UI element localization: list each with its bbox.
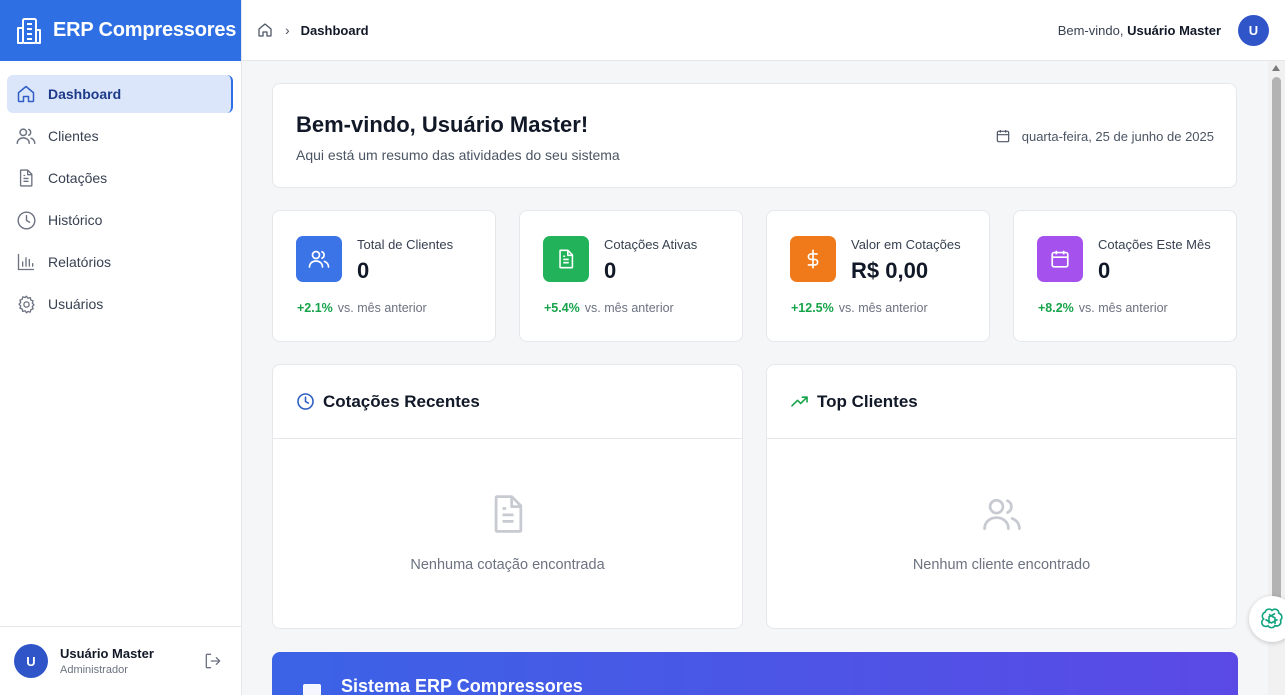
header-avatar[interactable]: U bbox=[1238, 15, 1269, 46]
panel-title: Cotações Recentes bbox=[273, 365, 742, 439]
sidebar-item-label: Dashboard bbox=[48, 86, 122, 102]
sidebar: ERP Compressores Dashboard Clientes Cota… bbox=[0, 0, 242, 695]
stat-change: +8.2% vs. mês anterior bbox=[1038, 301, 1168, 315]
avatar[interactable]: U bbox=[14, 644, 48, 678]
clock-icon bbox=[15, 209, 37, 231]
home-icon bbox=[15, 83, 37, 105]
users-icon bbox=[982, 498, 1021, 531]
stat-change-pct: +8.2% bbox=[1038, 301, 1074, 315]
stat-label: Total de Clientes bbox=[357, 237, 454, 252]
document-icon bbox=[15, 167, 37, 189]
welcome-card: Bem-vindo, Usuário Master! Aqui está um … bbox=[272, 83, 1237, 188]
stat-label: Cotações Este Mês bbox=[1098, 237, 1211, 252]
calendar-icon bbox=[1037, 236, 1083, 282]
sidebar-item-label: Relatórios bbox=[48, 254, 112, 270]
stat-change-suffix: vs. mês anterior bbox=[584, 301, 674, 315]
stat-change-pct: +2.1% bbox=[297, 301, 333, 315]
breadcrumb-current: Dashboard bbox=[300, 22, 369, 38]
scroll-up-arrow[interactable] bbox=[1272, 65, 1280, 71]
welcome-text: Bem-vindo, Usuário Master bbox=[1058, 23, 1221, 38]
system-banner: Sistema ERP Compressores bbox=[272, 652, 1238, 695]
stat-card-valor-cotacoes[interactable]: Valor em Cotações R$ 0,00 +12.5% vs. mês … bbox=[766, 210, 990, 342]
page-title: Bem-vindo, Usuário Master! bbox=[296, 112, 589, 137]
document-icon bbox=[543, 236, 589, 282]
top-header: › Dashboard Bem-vindo, Usuário Master U bbox=[242, 0, 1285, 61]
welcome-name: Usuário Master bbox=[1127, 23, 1221, 38]
stat-change: +12.5% vs. mês anterior bbox=[791, 301, 928, 315]
panel-title-text: Top Clientes bbox=[817, 391, 918, 411]
sidebar-item-usuarios[interactable]: Usuários bbox=[7, 285, 233, 323]
calendar-icon bbox=[996, 130, 1010, 143]
sidebar-item-relatorios[interactable]: Relatórios bbox=[7, 243, 233, 281]
user-role: Administrador bbox=[60, 664, 128, 676]
panel-title-text: Cotações Recentes bbox=[323, 391, 480, 411]
bar-chart-icon bbox=[15, 251, 37, 273]
sidebar-item-label: Cotações bbox=[48, 170, 108, 186]
stat-change-suffix: vs. mês anterior bbox=[1078, 301, 1168, 315]
home-icon[interactable] bbox=[257, 22, 273, 38]
sidebar-nav: Dashboard Clientes Cotações Histórico Re… bbox=[0, 61, 241, 323]
recent-quotes-panel: Cotações Recentes Nenhuma cotação encont… bbox=[272, 364, 743, 629]
brand[interactable]: ERP Compressores bbox=[0, 0, 241, 61]
chevron-right-icon: › bbox=[285, 22, 290, 38]
stat-value: 0 bbox=[604, 258, 617, 283]
stat-label: Valor em Cotações bbox=[851, 237, 961, 252]
sidebar-item-label: Histórico bbox=[48, 212, 103, 228]
building-icon bbox=[17, 17, 41, 44]
trending-up-icon bbox=[791, 396, 808, 407]
users-icon bbox=[296, 236, 342, 282]
stat-card-clientes[interactable]: Total de Clientes 0 +2.1% vs. mês anterio… bbox=[272, 210, 496, 342]
document-icon bbox=[494, 495, 522, 533]
sidebar-item-label: Usuários bbox=[48, 296, 104, 312]
sidebar-item-cotacoes[interactable]: Cotações bbox=[7, 159, 233, 197]
sidebar-item-clientes[interactable]: Clientes bbox=[7, 117, 233, 155]
scrollbar-thumb[interactable] bbox=[1272, 77, 1281, 611]
stat-value: R$ 0,00 bbox=[851, 258, 929, 283]
banner-title: Sistema ERP Compressores bbox=[341, 676, 583, 695]
brand-name: ERP Compressores bbox=[53, 19, 237, 41]
users-icon bbox=[15, 125, 37, 147]
dollar-icon bbox=[790, 236, 836, 282]
stat-change-pct: +12.5% bbox=[791, 301, 834, 315]
user-name: Usuário Master bbox=[60, 646, 154, 661]
clock-icon bbox=[297, 393, 314, 410]
stat-change-suffix: vs. mês anterior bbox=[337, 301, 427, 315]
empty-state-text: Nenhum cliente encontrado bbox=[912, 557, 1091, 573]
breadcrumb: › Dashboard bbox=[257, 22, 369, 38]
top-clients-panel: Top Clientes Nenhum cliente encontrado bbox=[766, 364, 1237, 629]
logout-icon[interactable] bbox=[203, 651, 223, 671]
monitor-icon bbox=[303, 684, 321, 695]
stat-change-suffix: vs. mês anterior bbox=[838, 301, 928, 315]
main-content: Bem-vindo, Usuário Master! Aqui está um … bbox=[242, 61, 1268, 695]
stat-change: +5.4% vs. mês anterior bbox=[544, 301, 674, 315]
sidebar-user: U Usuário Master Administrador bbox=[0, 626, 241, 695]
gear-icon bbox=[15, 293, 37, 315]
sidebar-item-label: Clientes bbox=[48, 128, 99, 144]
panel-title: Top Clientes bbox=[767, 365, 1236, 439]
welcome-prefix: Bem-vindo, bbox=[1057, 23, 1124, 38]
stat-card-cotacoes-mes[interactable]: Cotações Este Mês 0 +8.2% vs. mês anterio… bbox=[1013, 210, 1237, 342]
current-date: quarta-feira, 25 de junho de 2025 bbox=[995, 128, 1214, 144]
page-subtitle: Aqui está um resumo das atividades do se… bbox=[296, 147, 620, 163]
date-text: quarta-feira, 25 de junho de 2025 bbox=[1021, 128, 1214, 144]
empty-state-text: Nenhuma cotação encontrada bbox=[410, 557, 605, 573]
openai-icon bbox=[1261, 608, 1283, 629]
stat-value: 0 bbox=[1098, 258, 1111, 283]
sidebar-item-dashboard[interactable]: Dashboard bbox=[7, 75, 233, 113]
sidebar-item-historico[interactable]: Histórico bbox=[7, 201, 233, 239]
stat-change: +2.1% vs. mês anterior bbox=[297, 301, 427, 315]
stat-value: 0 bbox=[357, 258, 370, 283]
stat-change-pct: +5.4% bbox=[544, 301, 580, 315]
stat-card-cotacoes-ativas[interactable]: Cotações Ativas 0 +5.4% vs. mês anterior bbox=[519, 210, 743, 342]
stat-label: Cotações Ativas bbox=[604, 237, 698, 252]
